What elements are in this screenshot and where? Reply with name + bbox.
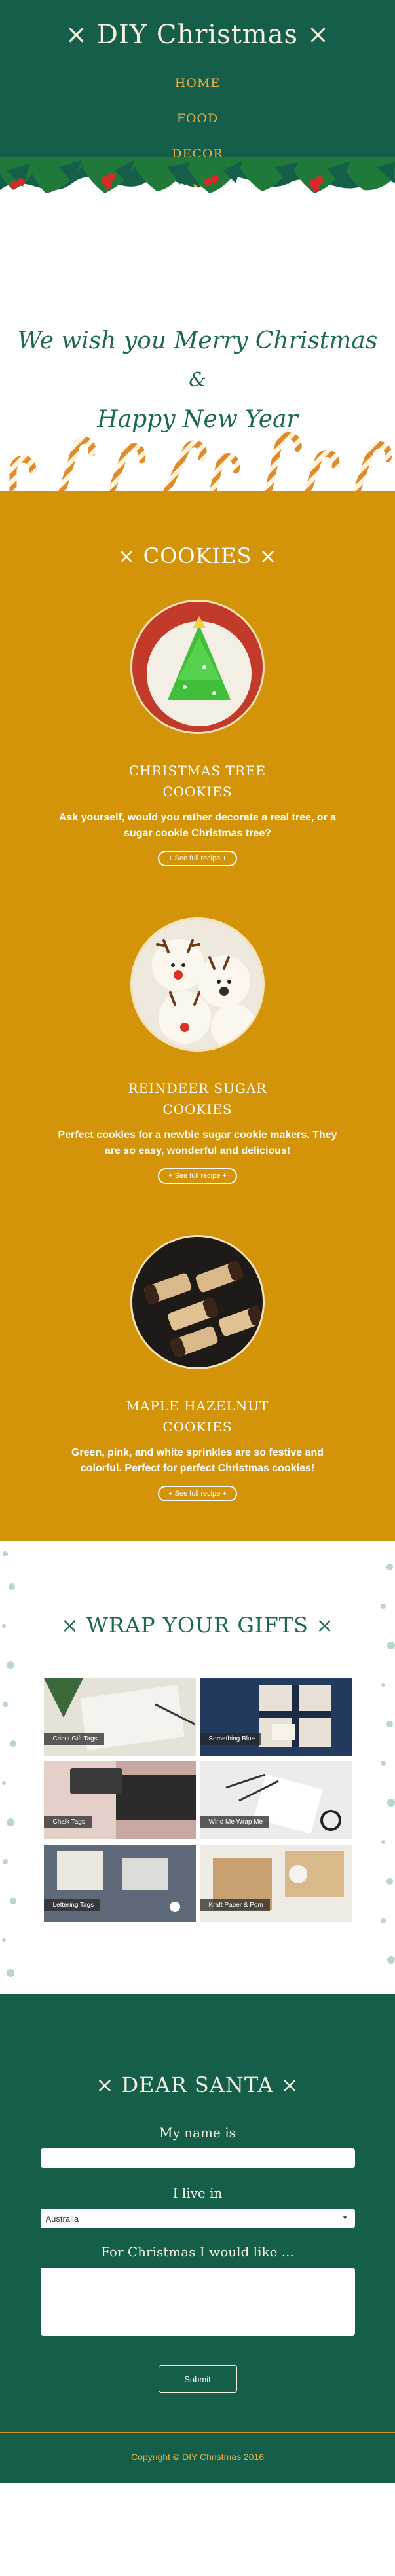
cookie-name-line-2: COOKIES <box>162 1101 233 1117</box>
gift-label: Chalk Tags <box>43 1816 92 1828</box>
cookie-description: Perfect cookies for a newbie sugar cooki… <box>58 1130 337 1156</box>
cookie-name-line-1: REINDEER SUGAR <box>128 1080 267 1096</box>
cookie-name-line-2: COOKIES <box>162 784 233 800</box>
gift-label: Something Blue <box>199 1733 262 1745</box>
x-ornament-left: × <box>65 20 97 50</box>
x-ornament-right: × <box>252 543 278 568</box>
cookie-name-line-1: MAPLE HAZELNUT <box>126 1398 269 1414</box>
site-footer: Copyright © DIY Christmas 2016 <box>0 2432 395 2483</box>
submit-button[interactable]: Submit <box>158 2365 237 2393</box>
x-ornament-left: × <box>60 1613 86 1638</box>
nav-food[interactable]: FOOD <box>177 111 219 126</box>
greeting-line-1: We wish you Merry Christmas <box>17 327 378 354</box>
santa-letter-form: My name is I live in Australia ▼ For Chr… <box>40 2125 355 2393</box>
cookie-name-line-2: COOKIES <box>162 1419 233 1435</box>
site-title: × DIY Christmas × <box>0 20 395 50</box>
cookie-card: CHRISTMAS TREE COOKIES Ask yourself, wou… <box>0 600 395 866</box>
cookies-title-text: COOKIES <box>143 543 252 568</box>
wish-label: For Christmas I would like ... <box>101 2244 294 2260</box>
country-select-wrapper: Australia ▼ <box>40 2209 355 2228</box>
gift-card[interactable]: Lettering Tags <box>43 1845 196 1922</box>
see-full-recipe-button[interactable]: + See full recipe + <box>158 1486 237 1501</box>
gift-card[interactable]: Cricut Gift Tags <box>43 1678 196 1756</box>
gift-card[interactable]: Chalk Tags <box>43 1761 196 1839</box>
nav-home[interactable]: HOME <box>175 76 220 90</box>
greeting-section: We wish you Merry Christmas & Happy New … <box>0 229 395 491</box>
wrap-title: × WRAP YOUR GIFTS × <box>0 1613 395 1638</box>
santa-title: × DEAR SANTA × <box>0 2072 395 2097</box>
copyright-text: Copyright © DIY Christmas 2016 <box>130 2452 265 2462</box>
cookies-section: × COOKIES × CHRISTMAS TREE COOKIES Ask y… <box>0 491 395 1541</box>
name-input[interactable] <box>40 2148 355 2168</box>
x-ornament-right: × <box>298 20 330 50</box>
x-ornament-right: × <box>273 2072 299 2097</box>
greeting-ampersand: & <box>189 369 206 392</box>
cookie-description: Ask yourself, would you rather decorate … <box>58 812 337 839</box>
cookie-name: MAPLE HAZELNUT COOKIES <box>126 1395 269 1437</box>
christmas-tree-cookie-image <box>130 600 265 734</box>
country-select[interactable]: Australia <box>40 2209 355 2228</box>
gift-grid: Cricut Gift Tags Something Blue Chalk Ta… <box>43 1678 352 1922</box>
santa-title-text: DEAR SANTA <box>121 2072 274 2097</box>
x-ornament-left: × <box>117 543 143 568</box>
wish-textarea[interactable] <box>40 2268 355 2336</box>
wrap-title-text: WRAP YOUR GIFTS <box>86 1613 309 1638</box>
site-title-text: DIY Christmas <box>96 20 299 50</box>
gift-label: Cricut Gift Tags <box>43 1733 104 1745</box>
x-ornament-right: × <box>309 1613 335 1638</box>
maple-hazelnut-cookie-image <box>130 1235 265 1369</box>
snowflake-border-left <box>2 1551 16 1977</box>
reindeer-cookie-image <box>130 917 265 1052</box>
gift-card[interactable]: Kraft Paper & Pom <box>199 1845 352 1922</box>
cookie-card: REINDEER SUGAR COOKIES Perfect cookies f… <box>0 917 395 1184</box>
cookie-name: CHRISTMAS TREE COOKIES <box>129 760 266 802</box>
see-full-recipe-button[interactable]: + See full recipe + <box>158 851 237 866</box>
gift-card[interactable]: Wind Me Wrap Me <box>199 1761 352 1839</box>
country-label: I live in <box>172 2185 223 2201</box>
cookie-name-line-1: CHRISTMAS TREE <box>128 763 267 779</box>
holly-border-illustration <box>0 157 395 229</box>
gift-label: Lettering Tags <box>43 1899 101 1911</box>
dear-santa-section: × DEAR SANTA × My name is I live in Aust… <box>0 1994 395 2432</box>
x-ornament-left: × <box>96 2072 122 2097</box>
gift-card[interactable]: Something Blue <box>199 1678 352 1756</box>
gift-label: Wind Me Wrap Me <box>199 1816 270 1828</box>
cookie-name: REINDEER SUGAR COOKIES <box>128 1078 267 1120</box>
cookies-title: × COOKIES × <box>0 543 395 568</box>
snowflake-border-right <box>381 1564 395 1964</box>
cookie-card: MAPLE HAZELNUT COOKIES Green, pink, and … <box>0 1235 395 1501</box>
name-label: My name is <box>159 2125 236 2141</box>
wrap-gifts-section: × WRAP YOUR GIFTS × Cricut Gift Tags Som… <box>0 1541 395 1994</box>
gift-label: Kraft Paper & Pom <box>199 1899 270 1911</box>
site-header: × DIY Christmas × HOME FOOD DECOR SANTA <box>0 0 395 229</box>
see-full-recipe-button[interactable]: + See full recipe + <box>158 1168 237 1184</box>
cookie-description: Green, pink, and white sprinkles are so … <box>71 1447 324 1474</box>
candy-cane-border-illustration <box>9 432 392 491</box>
